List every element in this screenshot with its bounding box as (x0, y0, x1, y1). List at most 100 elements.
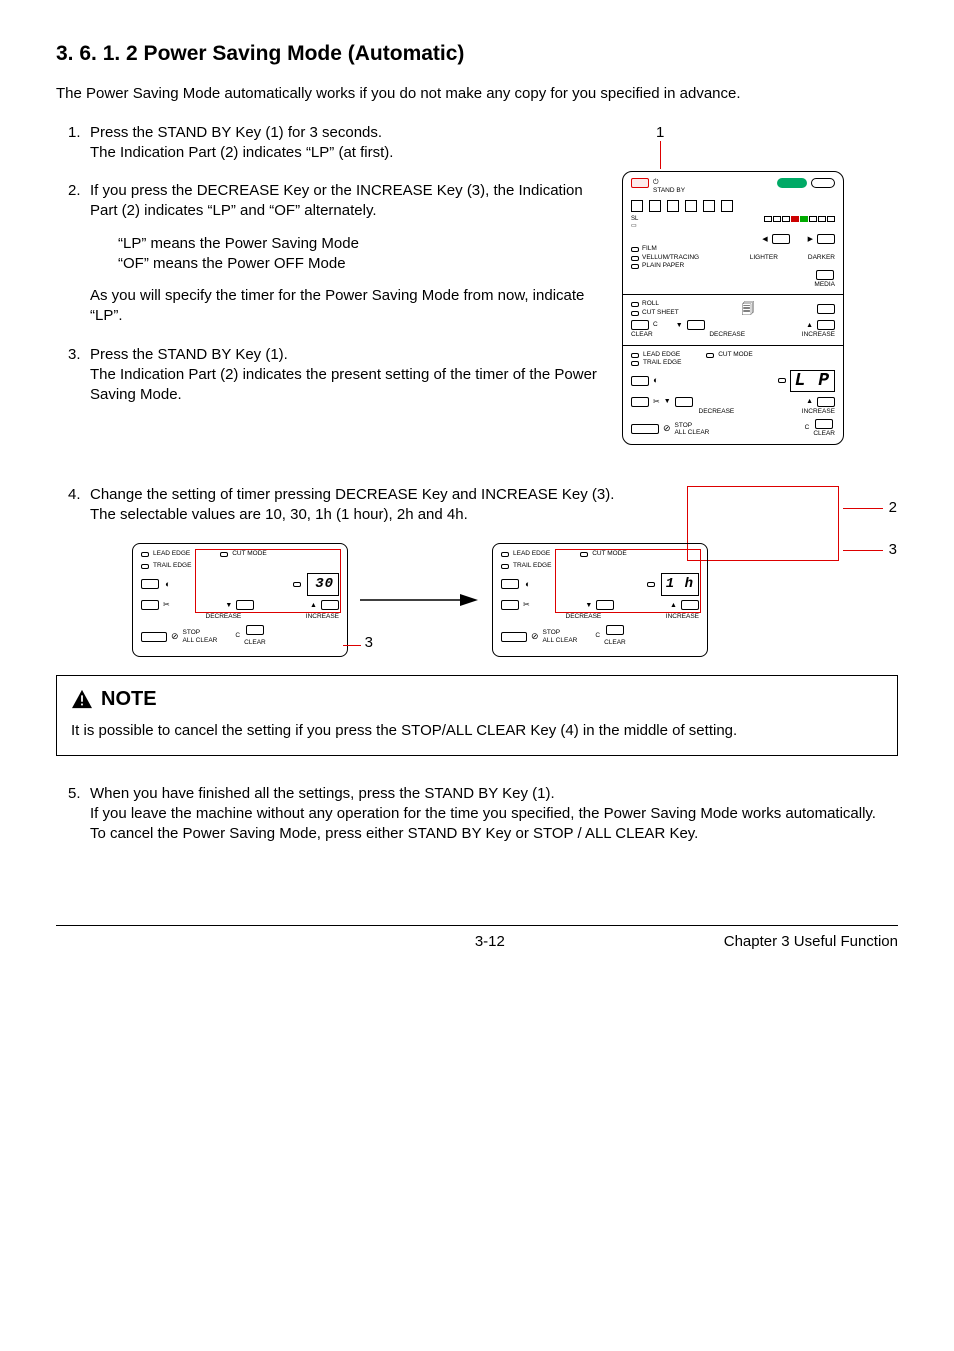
step-5: 5. When you have finished all the settin… (68, 784, 898, 845)
mode-icon-2 (649, 200, 661, 212)
mini1-callout-3: 3 (365, 633, 373, 653)
clear-label-1: CLEAR (631, 332, 653, 339)
mini1-stop-label: STOP (183, 629, 218, 636)
mini1-allclear-label: ALL CLEAR (183, 637, 218, 644)
clear-key-2[interactable] (815, 419, 833, 429)
mini1-stop-key[interactable] (141, 632, 167, 642)
standby-label: STAND BY (653, 188, 835, 195)
mini1-leadedge: LEAD EDGE (153, 550, 190, 559)
allclear-label: ALL CLEAR (675, 429, 710, 436)
step-1-line1: Press the STAND BY Key (1) for 3 seconds… (90, 123, 602, 143)
mini2-cut-key[interactable] (501, 600, 519, 610)
paper-key[interactable] (817, 304, 835, 314)
lp-increase-key[interactable] (817, 397, 835, 407)
lp-decrease-key[interactable] (675, 397, 693, 407)
mini-panel-after: LEAD EDGE CUT MODE TRAIL EDGE ◐ 1 h ✂ DE… (492, 543, 708, 656)
mini1-stop-icon: ⊘ (171, 630, 179, 642)
mini1-decrease-key[interactable] (236, 600, 254, 610)
c-label: C (653, 322, 658, 329)
mini2-stop-icon: ⊘ (531, 630, 539, 642)
cutmode-label: CUT MODE (718, 352, 753, 359)
step-5-line3: To cancel the Power Saving Mode, press e… (90, 824, 898, 844)
stop-icon: ⊘ (663, 424, 671, 433)
step-2-number: 2. (68, 181, 81, 201)
mini1-clear-label: CLEAR (244, 639, 266, 648)
mini2-clear-key[interactable] (606, 625, 624, 635)
mini1-cut-key[interactable] (141, 600, 159, 610)
paper-increase-key[interactable] (817, 320, 835, 330)
mini2-decrease-label: DECREASE (566, 613, 602, 622)
note-body: It is possible to cancel the setting if … (71, 721, 883, 741)
step-4: 4. Change the setting of timer pressing … (68, 485, 898, 526)
clear-key-c[interactable] (631, 320, 649, 330)
step-1-line2: The Indication Part (2) indicates “LP” (… (90, 143, 602, 163)
stop-label: STOP (675, 422, 710, 429)
callout-1-line (660, 141, 661, 169)
media-key[interactable] (816, 270, 834, 280)
start-button[interactable] (777, 178, 807, 188)
step-5-line2: If you leave the machine without any ope… (90, 804, 898, 824)
c-label-2: C (805, 425, 810, 432)
mini2-increase-key[interactable] (681, 600, 699, 610)
vellum-label: VELLUM/TRACING (642, 255, 699, 262)
step-2: 2. If you press the DECREASE Key or the … (68, 181, 602, 327)
mini1-edge-icon: ◐ (165, 578, 170, 590)
darker-key[interactable] (817, 234, 835, 244)
mini1-callout-line (343, 645, 361, 646)
mini2-leadedge: LEAD EDGE (513, 550, 550, 559)
mini2-clear-label: CLEAR (604, 639, 626, 648)
darker-label: DARKER (808, 254, 835, 261)
mini-panel-before: LEAD EDGE CUT MODE TRAIL EDGE ◐ 30 ✂ DEC… (132, 543, 348, 656)
darker-arrow-icon (808, 236, 813, 243)
plain-label: PLAIN PAPER (642, 263, 684, 270)
film-label: FILM (642, 246, 657, 253)
section-heading: 3. 6. 1. 2 Power Saving Mode (Automatic) (56, 40, 898, 68)
leadedge-label: LEAD EDGE (643, 352, 680, 359)
step-1-number: 1. (68, 123, 81, 143)
mini1-edge-key[interactable] (141, 579, 159, 589)
mini2-stop-key[interactable] (501, 632, 527, 642)
callout-3: 3 (889, 542, 897, 557)
mini1-up-icon (310, 601, 317, 610)
intro-paragraph: The Power Saving Mode automatically work… (56, 84, 898, 104)
oval-button[interactable] (811, 178, 835, 188)
mini2-cutmode: CUT MODE (592, 550, 627, 559)
up-arrow-icon-2 (806, 398, 813, 405)
mini2-edge-key[interactable] (501, 579, 519, 589)
mini2-edge-icon: ◐ (525, 578, 530, 590)
lighter-key[interactable] (772, 234, 790, 244)
mini2-cut-icon: ✂ (523, 600, 530, 611)
stop-allclear-key[interactable] (631, 424, 659, 434)
mini1-display: 30 (307, 573, 339, 596)
step-5-line1: When you have finished all the settings,… (90, 784, 898, 804)
edge-icon: ◐ (653, 376, 658, 385)
lighter-arrow-icon (762, 236, 767, 243)
mini2-up-icon (670, 601, 677, 610)
standby-key[interactable] (631, 178, 649, 188)
step-5-number: 5. (68, 784, 81, 804)
clear-label-2: CLEAR (813, 431, 835, 438)
mode-icon-6 (721, 200, 733, 212)
footer-chapter: Chapter 3 Useful Function (724, 932, 898, 952)
cutmode-key[interactable] (631, 397, 649, 407)
mini2-stop-label: STOP (543, 629, 578, 636)
transition-arrow-icon (360, 591, 480, 609)
mini1-increase-key[interactable] (321, 600, 339, 610)
step-1: 1. Press the STAND BY Key (1) for 3 seco… (68, 123, 602, 164)
mini2-display: 1 h (661, 573, 699, 596)
step-2-sub1: “LP” means the Power Saving Mode (118, 234, 602, 254)
step-4-number: 4. (68, 485, 81, 505)
mode-icon-1 (631, 200, 643, 212)
edge-key[interactable] (631, 376, 649, 386)
control-panel: ⏻ STAND BY SL▭ (622, 171, 844, 445)
mini1-clear-key[interactable] (246, 625, 264, 635)
mini2-decrease-key[interactable] (596, 600, 614, 610)
increase-label-1: INCREASE (802, 332, 835, 339)
mode-icon-4 (685, 200, 697, 212)
paper-icon: 🗐 (741, 302, 754, 315)
mini2-down-icon (585, 601, 592, 610)
mini1-cutmode: CUT MODE (232, 550, 267, 559)
step-4-line1: Change the setting of timer pressing DEC… (90, 485, 898, 505)
paper-decrease-key[interactable] (687, 320, 705, 330)
mini1-decrease-label: DECREASE (206, 613, 242, 622)
